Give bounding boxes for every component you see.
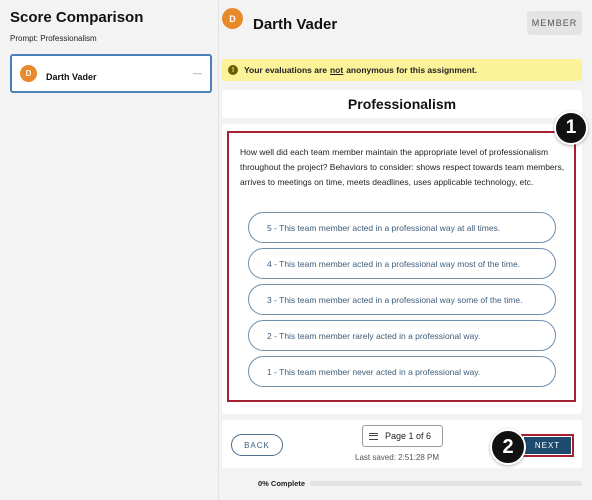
option-5[interactable]: 5 - This team member acted in a professi… [248,212,556,243]
option-4[interactable]: 4 - This team member acted in a professi… [248,248,556,279]
header-member-name: Darth Vader [253,16,338,33]
question-text: How well did each team member maintain t… [240,147,565,187]
prompt-label: Prompt: Professionalism [10,34,97,43]
progress-label: 0% Complete [258,479,306,488]
member-name: Darth Vader [46,72,97,82]
notice-emphasis: not [329,65,344,75]
next-button[interactable]: NEXT [524,437,571,454]
notice-text-before: Your evaluations are [244,65,327,75]
option-2[interactable]: 2 - This team member rarely acted in a p… [248,320,556,351]
callout-badge-1: 1 [554,111,588,145]
anonymity-notice: ! Your evaluations are not anonymous for… [222,59,582,81]
member-card-darth-vader[interactable]: D Darth Vader — [10,54,212,93]
progress-bar [310,481,582,486]
notice-text-after: anonymous for this assignment. [346,65,478,75]
page-title: Score Comparison [10,9,144,26]
option-3[interactable]: 3 - This team member acted in a professi… [248,284,556,315]
option-1[interactable]: 1 - This team member never acted in a pr… [248,356,556,387]
member-badge: MEMBER [527,11,582,35]
left-panel: Score Comparison Prompt: Professionalism… [0,0,219,500]
menu-icon [369,432,378,440]
back-button[interactable]: BACK [231,434,283,456]
last-saved-label: Last saved: 2:51:28 PM [355,453,440,462]
score-dash: — [193,68,202,78]
page-indicator: Page 1 of 6 [385,431,432,441]
avatar: D [20,65,37,82]
page-selector[interactable]: Page 1 of 6 [362,425,443,447]
callout-badge-2: 2 [490,429,526,465]
question-title: Professionalism [222,90,582,118]
header-avatar: D [222,8,243,29]
warning-icon: ! [228,65,238,75]
